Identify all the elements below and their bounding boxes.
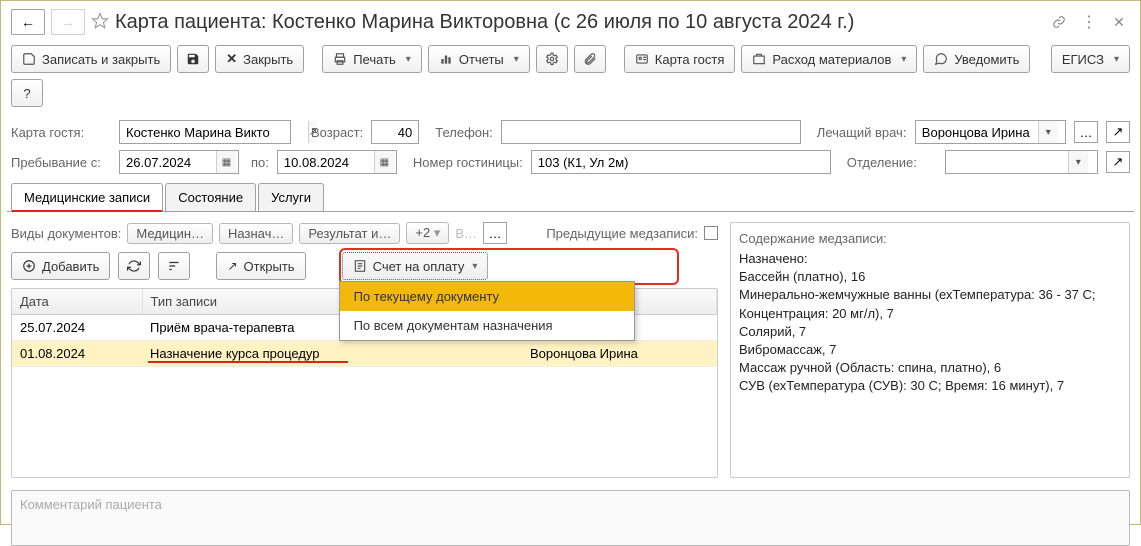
doc-type-more-chip[interactable]: +2 ▾	[406, 222, 449, 244]
guest-card-label: Карта гостя	[655, 52, 725, 67]
stay-to-input[interactable]	[278, 151, 374, 173]
side-content: Назначено: Бассейн (платно), 16 Минераль…	[739, 250, 1121, 396]
help-button[interactable]: ?	[11, 79, 43, 107]
guest-card-button[interactable]: Карта гостя	[624, 45, 736, 73]
stay-to-label: по:	[251, 155, 269, 170]
phone-label: Телефон:	[435, 125, 493, 140]
cell-date: 25.07.2024	[12, 315, 142, 341]
print-button[interactable]: Печать	[322, 45, 422, 73]
cell-date: 01.08.2024	[12, 341, 142, 367]
notify-label: Уведомить	[954, 52, 1019, 67]
notify-button[interactable]: Уведомить	[923, 45, 1030, 73]
prev-records-checkbox[interactable]	[704, 226, 718, 240]
doc-type-chip[interactable]: Медицин…	[127, 223, 213, 244]
table-row[interactable]: 01.08.2024 Назначение курса процедур Вор…	[12, 341, 717, 367]
add-button[interactable]: Добавить	[11, 252, 110, 280]
guest-name-input[interactable]	[120, 121, 308, 143]
materials-button[interactable]: Расход материалов	[741, 45, 917, 73]
cell-type: Назначение курса процедур	[142, 341, 462, 367]
invoice-menu-all[interactable]: По всем документам назначения	[340, 311, 634, 340]
attach-button[interactable]	[574, 45, 606, 73]
close-button[interactable]: ✕ Закрыть	[215, 45, 304, 73]
hotel-label: Номер гостиницы:	[413, 155, 523, 170]
tab-label: Медицинские записи	[24, 190, 150, 205]
add-label: Добавить	[42, 259, 99, 274]
more-icon[interactable]: ⋮	[1078, 11, 1100, 33]
gear-button[interactable]	[536, 45, 568, 73]
dept-input[interactable]	[946, 151, 1068, 173]
invoice-button[interactable]: Счет на оплату ▾ По текущему документу П…	[342, 252, 489, 280]
page-title: Карта пациента: Костенко Марина Викторов…	[115, 11, 1042, 34]
nav-forward-button[interactable]: →	[51, 9, 85, 35]
invoice-label: Счет на оплату	[373, 259, 465, 274]
prev-records-label: Предыдущие медзаписи:	[546, 226, 698, 241]
materials-label: Расход материалов	[772, 52, 891, 67]
stay-from-label: Пребывание с:	[11, 155, 111, 170]
stay-from-input[interactable]	[120, 151, 216, 173]
reports-label: Отчеты	[459, 52, 504, 67]
save-close-label: Записать и закрыть	[42, 52, 160, 67]
reports-button[interactable]: Отчеты	[428, 45, 530, 73]
open-button[interactable]: ↗ Открыть	[216, 252, 305, 280]
save-button[interactable]	[177, 45, 209, 73]
select-button[interactable]: …	[1074, 121, 1098, 143]
egisz-label: ЕГИСЗ	[1062, 52, 1104, 67]
calendar-icon[interactable]: ▦	[216, 151, 236, 173]
doctor-input[interactable]	[916, 121, 1038, 143]
th-date[interactable]: Дата	[12, 289, 142, 315]
sort-button[interactable]	[158, 252, 190, 280]
nav-back-button[interactable]: ←	[11, 9, 45, 35]
close-icon[interactable]: ✕	[1108, 11, 1130, 33]
doc-type-chip[interactable]: Назнач…	[219, 223, 293, 244]
dept-label: Отделение:	[847, 155, 937, 170]
print-label: Печать	[353, 52, 396, 67]
open-ref-icon[interactable]: ↗	[1106, 121, 1130, 143]
tab-services[interactable]: Услуги	[258, 183, 324, 211]
open-ref-icon[interactable]: ↗	[1106, 151, 1130, 173]
phone-input[interactable]	[502, 121, 800, 143]
side-title: Содержание медзаписи:	[739, 231, 1121, 246]
age-label: Возраст:	[311, 125, 363, 140]
chevron-down-icon[interactable]: ▾	[1068, 151, 1088, 173]
egisz-button[interactable]: ЕГИСЗ	[1051, 45, 1130, 73]
tab-med-records[interactable]: Медицинские записи	[11, 183, 163, 211]
cell-note	[462, 341, 522, 367]
doc-type-chip[interactable]: Результат и…	[299, 223, 400, 244]
age-input[interactable]	[372, 121, 418, 143]
calendar-icon[interactable]: ▦	[374, 151, 394, 173]
guest-card-field-label: Карта гостя:	[11, 125, 111, 140]
link-icon[interactable]	[1048, 11, 1070, 33]
cell-resp: Воронцова Ирина	[522, 341, 717, 367]
doctor-label: Лечащий врач:	[817, 125, 907, 140]
save-close-button[interactable]: Записать и закрыть	[11, 45, 171, 73]
invoice-menu-current[interactable]: По текущему документу	[340, 282, 634, 311]
close-label: Закрыть	[243, 52, 293, 67]
chevron-down-icon[interactable]: ▾	[1038, 121, 1058, 143]
more-filters-button[interactable]: …	[483, 222, 507, 244]
favorite-icon[interactable]	[91, 12, 109, 33]
doc-types-label: Виды документов:	[11, 226, 121, 241]
tab-condition[interactable]: Состояние	[165, 183, 256, 211]
refresh-button[interactable]	[118, 252, 150, 280]
hotel-input[interactable]	[532, 151, 830, 173]
patient-comment-input[interactable]: Комментарий пациента	[11, 490, 1130, 546]
open-label: Открыть	[244, 259, 295, 274]
